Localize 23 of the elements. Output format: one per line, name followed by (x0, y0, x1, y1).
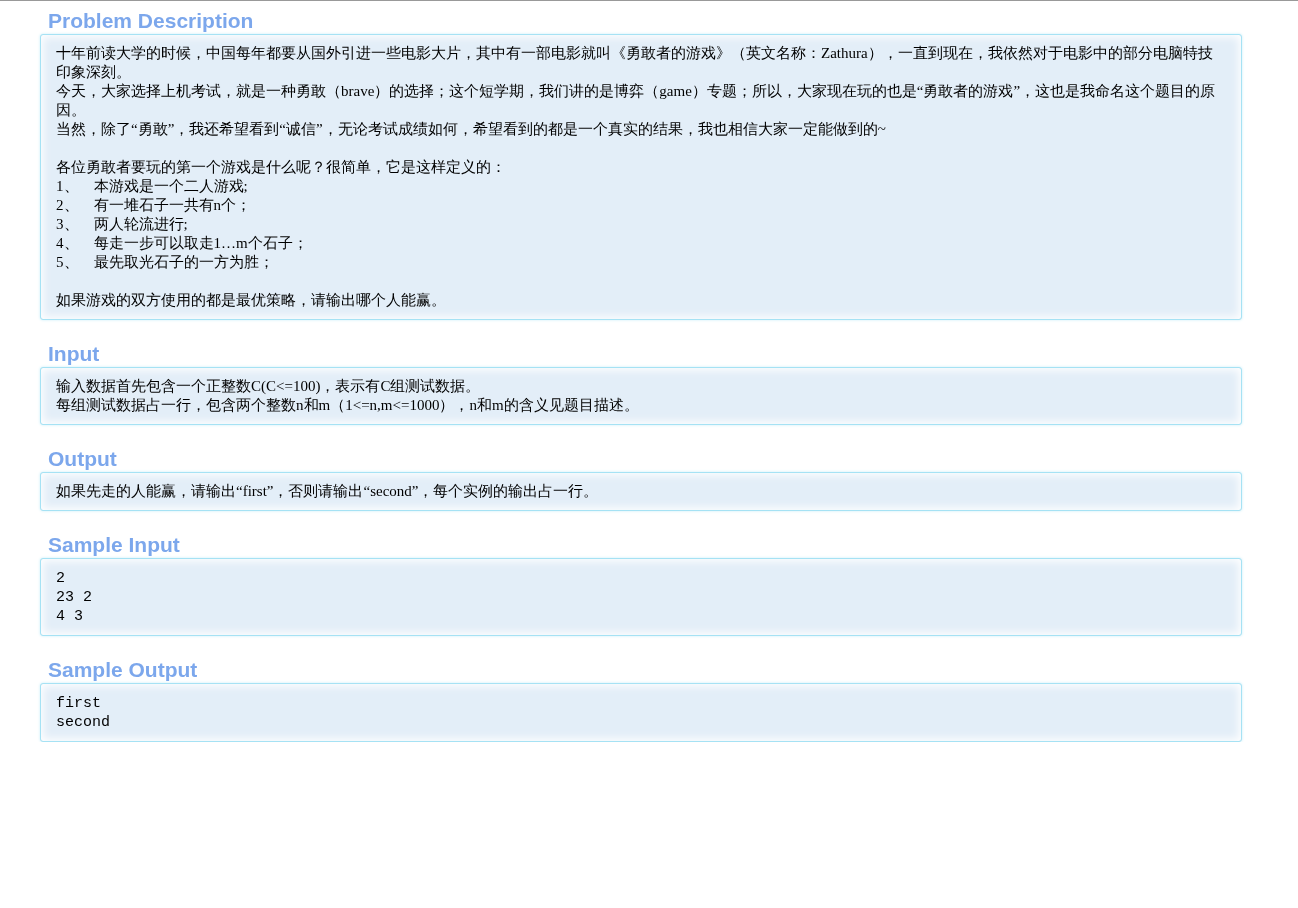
code-line: second (56, 713, 111, 732)
paragraph: 如果游戏的双方使用的都是最优策略，请输出哪个人能赢。 (56, 291, 447, 310)
paragraph: 3、 两人轮流进行; (56, 215, 189, 234)
paragraph: 2、 有一堆石子一共有n个； (56, 196, 252, 215)
section-heading: Sample Output (48, 657, 199, 683)
code-line: 4 3 (56, 607, 84, 626)
paragraph: 如果先走的人能赢，请输出“first”，否则请输出“second”，每个实例的输出占一行。 (56, 482, 600, 501)
code-line: first (56, 694, 102, 713)
paragraph: 当然，除了“勇敢”，我还希望看到“诚信”，无论考试成绩如何，希望看到的都是一个真实的结果，我也相信大家一定能做到的~ (56, 120, 887, 139)
code-line: 2 (56, 569, 66, 588)
paragraph: 十年前读大学的时候，中国每年都要从国外引进一些电影大片，其中有一部电影就叫《勇敢者的游戏》（英文名称：Zathura），一直到现在，我依然对于电影中的部分电脑特技印象深刻。 (56, 44, 1214, 82)
paragraph: 1、 本游戏是一个二人游戏; (56, 177, 249, 196)
paragraph: 输入数据首先包含一个正整数C(C<=100)，表示有C组测试数据。 (56, 377, 482, 396)
paragraph: 5、 最先取光石子的一方为胜； (56, 253, 275, 272)
paragraph: 各位勇敢者要玩的第一个游戏是什么呢？很简单，它是这样定义的： (56, 158, 507, 177)
section-heading: Input (48, 341, 101, 367)
code-line: 23 2 (56, 588, 93, 607)
paragraph: 今天，大家选择上机考试，就是一种勇敢（brave）的选择；这个短学期，我们讲的是博弈（game）专题；所以，大家现在玩的也是“勇敢者的游戏”，这也是我命名这个题目的原因。 (56, 82, 1217, 120)
paragraph: 4、 每走一步可以取走1…m个石子； (56, 234, 309, 253)
section-heading: Problem Description (48, 8, 255, 34)
paragraph: 每组测试数据占一行，包含两个整数n和m（1<=n,m<=1000），n和m的含义见题目描述。 (56, 396, 640, 415)
section-heading: Output (48, 446, 118, 472)
section-heading: Sample Input (48, 532, 181, 558)
